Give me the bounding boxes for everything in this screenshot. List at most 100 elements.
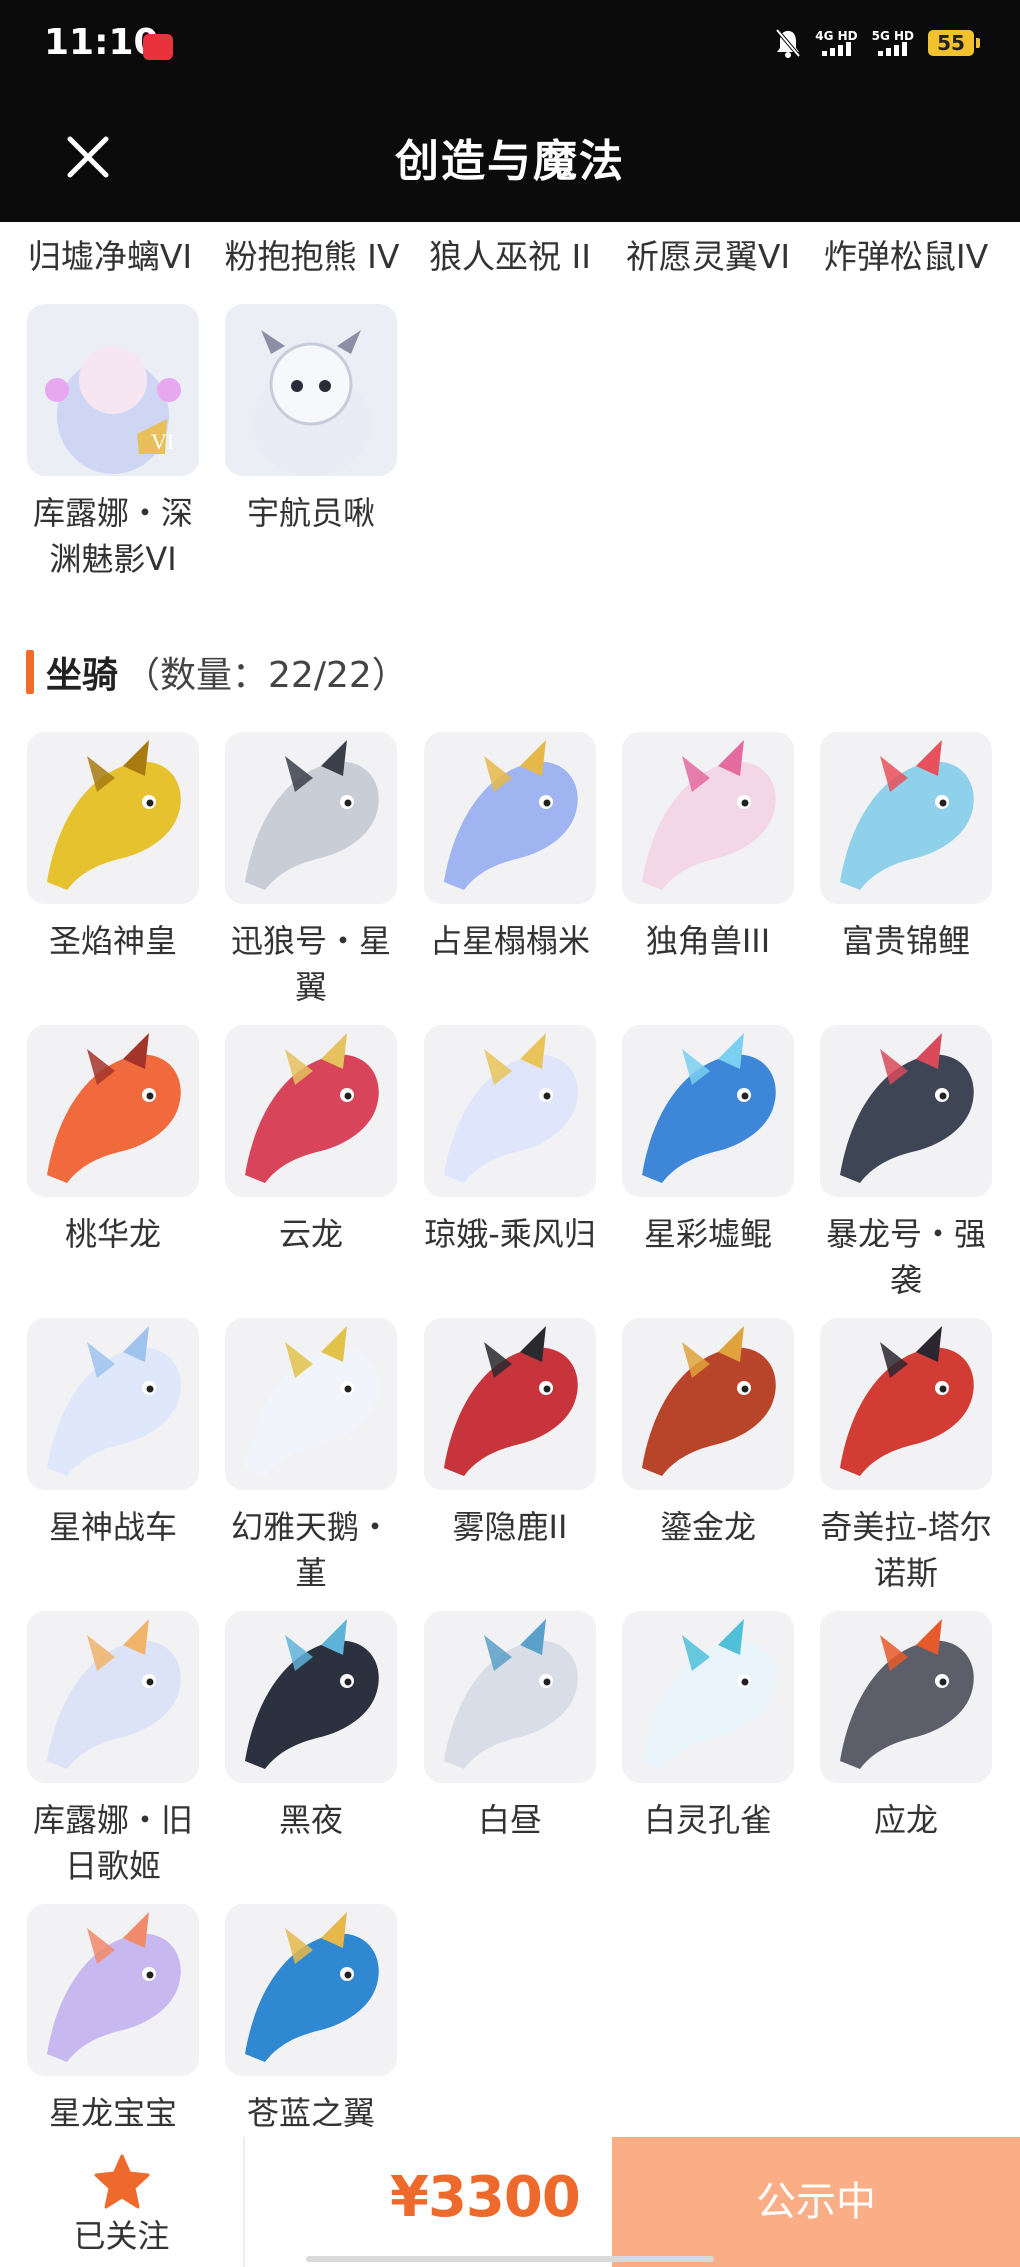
pet-item[interactable]: VI 库露娜・深渊魅影VI: [27, 304, 199, 582]
mount-name: 鎏金龙: [659, 1508, 756, 1546]
mount-thumbnail: [225, 732, 397, 904]
mount-thumbnail: [424, 732, 596, 904]
mount-item[interactable]: 占星榻榻米: [424, 732, 596, 964]
item-label: 狼人巫祝 II: [429, 237, 591, 276]
home-indicator: [306, 2256, 714, 2262]
mount-item[interactable]: 应龙: [820, 1611, 992, 1843]
mount-thumbnail: [27, 1025, 199, 1197]
status-time: 11:10: [44, 22, 159, 63]
mount-item[interactable]: 迅狼号・星翼: [225, 732, 397, 1010]
mount-item[interactable]: 白灵孔雀: [622, 1611, 794, 1843]
mount-item[interactable]: 鎏金龙: [622, 1318, 794, 1550]
mount-item[interactable]: 幻雅天鹅・堇: [225, 1318, 397, 1596]
mount-name: 星神战车: [48, 1508, 177, 1546]
mount-thumbnail: [27, 1318, 199, 1490]
nav-bar: 创造与魔法: [0, 95, 1020, 222]
mount-name: 应龙: [873, 1801, 938, 1839]
mount-thumbnail: [820, 732, 992, 904]
mount-thumbnail: [820, 1025, 992, 1197]
mount-item[interactable]: 苍蓝之翼: [225, 1904, 397, 2136]
item-label: 炸弹松鼠IV: [823, 237, 989, 276]
section-accent-bar: [26, 650, 34, 694]
svg-text:VI: VI: [151, 429, 174, 454]
status-indicators: 4G HD 5G HD 55: [775, 28, 980, 58]
page-title: 创造与魔法: [395, 136, 625, 187]
pet-name: 库露娜・深渊魅影VI: [32, 494, 193, 578]
mount-thumbnail: [27, 1611, 199, 1783]
mount-name: 云龙: [278, 1215, 343, 1253]
mount-name: 幻雅天鹅・堇: [230, 1508, 391, 1592]
divider: [243, 2137, 245, 2267]
mount-thumbnail: [820, 1611, 992, 1783]
mount-thumbnail: [424, 1318, 596, 1490]
mount-name: 琼娥-乘风归: [424, 1215, 596, 1253]
mute-bell-icon: [775, 28, 801, 58]
mount-name: 圣焰神皇: [48, 922, 177, 960]
mount-item[interactable]: 雾隐鹿II: [424, 1318, 596, 1550]
mount-name: 暴龙号・强袭: [825, 1215, 986, 1299]
mount-thumbnail: [225, 1904, 397, 2076]
mount-item[interactable]: 白昼: [424, 1611, 596, 1843]
pet-thumbnail: VI: [27, 304, 199, 476]
mount-name: 雾隐鹿II: [452, 1508, 568, 1546]
signal-5g-icon: 5G HD: [872, 30, 914, 56]
mount-thumbnail: [225, 1025, 397, 1197]
mount-item[interactable]: 独角兽III: [622, 732, 794, 964]
mount-thumbnail: [225, 1318, 397, 1490]
mount-name: 桃华龙: [64, 1215, 161, 1253]
mount-section-header: 坐骑 （数量：22/22）: [26, 646, 408, 698]
mount-item[interactable]: 库露娜・旧日歌姬: [27, 1611, 199, 1889]
mount-item[interactable]: 富贵锦鲤: [820, 732, 992, 964]
mount-name: 星彩墟鲲: [643, 1215, 772, 1253]
mount-name: 富贵锦鲤: [841, 922, 970, 960]
bottom-bar: 已关注 ¥3300 公示中: [0, 2137, 1020, 2267]
mount-thumbnail: [622, 1025, 794, 1197]
mount-item[interactable]: 琼娥-乘风归: [424, 1025, 596, 1257]
mount-name: 占星榻榻米: [429, 922, 590, 960]
mount-item[interactable]: 星神战车: [27, 1318, 199, 1550]
section-count: （数量：22/22）: [124, 655, 408, 696]
signal-4g-icon: 4G HD: [815, 30, 858, 56]
price-text: ¥3300: [390, 2165, 581, 2230]
mount-item[interactable]: 星龙宝宝: [27, 1904, 199, 2136]
pet-name: 宇航员啾: [246, 494, 375, 532]
mount-item[interactable]: 黑夜: [225, 1611, 397, 1843]
star-icon: [92, 2153, 152, 2211]
mount-name: 白灵孔雀: [643, 1801, 772, 1839]
mount-name: 迅狼号・星翼: [230, 922, 391, 1006]
mount-name: 苍蓝之翼: [246, 2094, 375, 2132]
mount-name: 独角兽III: [645, 922, 771, 960]
mount-thumbnail: [622, 732, 794, 904]
follow-label: 已关注: [73, 2217, 170, 2255]
mount-name: 库露娜・旧日歌姬: [32, 1801, 193, 1885]
mount-item[interactable]: 奇美拉-塔尔诺斯: [820, 1318, 992, 1596]
status-bar: 11:10 4G HD 5G HD 55: [0, 0, 1020, 95]
mount-item[interactable]: 暴龙号・强袭: [820, 1025, 992, 1303]
pet-item[interactable]: 宇航员啾: [225, 304, 397, 536]
public-notice-button[interactable]: 公示中: [612, 2137, 1020, 2267]
section-title: 坐骑: [46, 655, 119, 696]
content-scroll[interactable]: 归墟净螭VI 粉抱抱熊 IV 狼人巫祝 II 祈愿灵翼VI 炸弹松鼠IV VI …: [0, 222, 1020, 2137]
mount-name: 黑夜: [278, 1801, 343, 1839]
mount-item[interactable]: 星彩墟鲲: [622, 1025, 794, 1257]
mount-name: 星龙宝宝: [48, 2094, 177, 2132]
item-label: 祈愿灵翼VI: [625, 237, 791, 276]
mount-name: 奇美拉-塔尔诺斯: [820, 1508, 992, 1592]
mount-item[interactable]: 云龙: [225, 1025, 397, 1257]
mount-thumbnail: [27, 732, 199, 904]
battery-icon: 55: [928, 30, 980, 56]
mount-thumbnail: [622, 1611, 794, 1783]
mount-item[interactable]: 圣焰神皇: [27, 732, 199, 964]
mount-thumbnail: [225, 1611, 397, 1783]
follow-button[interactable]: 已关注: [0, 2137, 243, 2267]
app-notification-icon: [143, 34, 173, 60]
mount-thumbnail: [820, 1318, 992, 1490]
item-label: 归墟净螭VI: [27, 237, 193, 276]
pet-thumbnail: [225, 304, 397, 476]
mount-thumbnail: [424, 1025, 596, 1197]
mount-item[interactable]: 桃华龙: [27, 1025, 199, 1257]
mount-thumbnail: [424, 1611, 596, 1783]
mount-thumbnail: [27, 1904, 199, 2076]
mount-name: 白昼: [477, 1801, 542, 1839]
mount-thumbnail: [622, 1318, 794, 1490]
